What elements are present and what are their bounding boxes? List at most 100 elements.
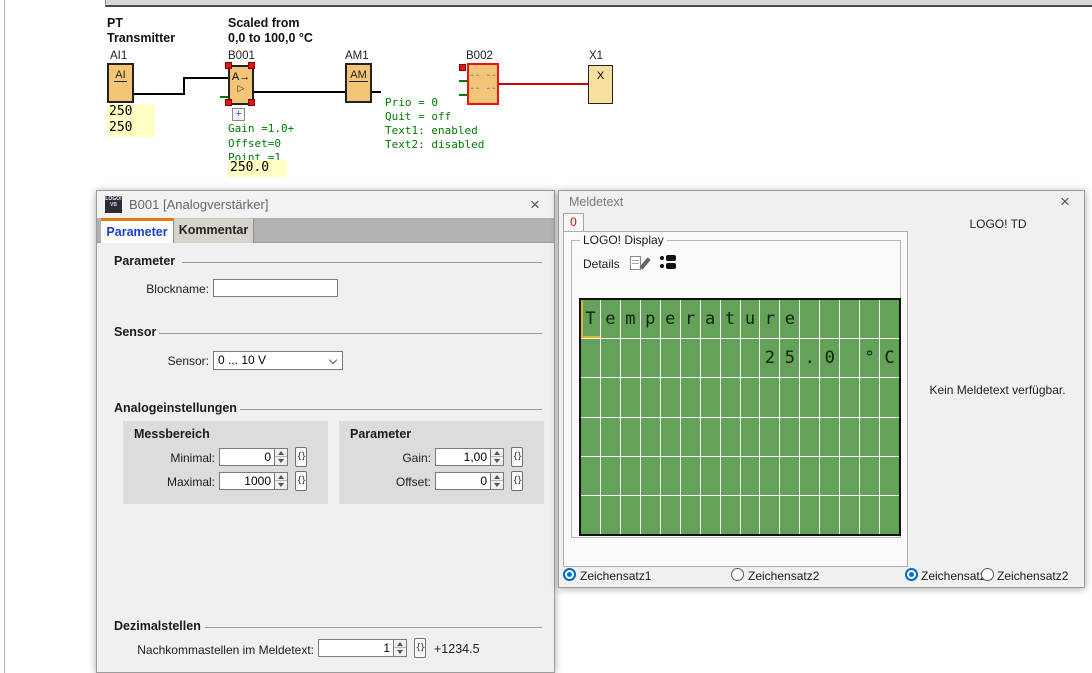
- display-cell[interactable]: r: [760, 300, 779, 338]
- b001-expand-button[interactable]: +: [232, 108, 245, 121]
- offset-spinner[interactable]: [491, 472, 504, 490]
- radio-label-display-zeichensatz1[interactable]: Zeichensatz1: [580, 569, 651, 583]
- minimal-input[interactable]: [219, 448, 275, 466]
- offset-reference-button[interactable]: {}: [511, 471, 523, 491]
- display-cell[interactable]: [741, 457, 760, 495]
- display-cell[interactable]: [840, 378, 859, 416]
- display-cell[interactable]: 2: [760, 339, 779, 377]
- display-cell[interactable]: [741, 418, 760, 456]
- display-cell[interactable]: [621, 457, 640, 495]
- display-cell[interactable]: [601, 496, 620, 534]
- display-cell[interactable]: [741, 378, 760, 416]
- wire-ai1-b001[interactable]: [134, 93, 185, 95]
- display-cell[interactable]: [641, 418, 660, 456]
- nachkomma-input[interactable]: [318, 639, 394, 657]
- radio-label-td-zeichensatz2[interactable]: Zeichensatz2: [997, 569, 1068, 583]
- maximal-spinner[interactable]: [275, 472, 288, 490]
- display-cell[interactable]: T: [581, 300, 600, 338]
- display-cell[interactable]: [820, 418, 839, 456]
- display-cell[interactable]: [681, 457, 700, 495]
- display-cell[interactable]: [800, 457, 819, 495]
- minimal-reference-button[interactable]: {}: [295, 447, 307, 467]
- display-cell[interactable]: [840, 418, 859, 456]
- display-cell[interactable]: [701, 378, 720, 416]
- display-cell[interactable]: [621, 339, 640, 377]
- radio-td-zeichensatz2[interactable]: [981, 568, 994, 581]
- display-cell[interactable]: u: [741, 300, 760, 338]
- block-b002-message-text[interactable]: -- -- -- --: [467, 63, 499, 105]
- display-cell[interactable]: [760, 418, 779, 456]
- display-cell[interactable]: [780, 378, 799, 416]
- block-x1-connector[interactable]: X: [588, 65, 613, 104]
- display-cell[interactable]: [860, 378, 879, 416]
- display-cell[interactable]: [860, 457, 879, 495]
- display-cell[interactable]: [681, 378, 700, 416]
- display-cell[interactable]: a: [701, 300, 720, 338]
- display-cell[interactable]: [601, 457, 620, 495]
- display-cell[interactable]: [800, 496, 819, 534]
- display-cell[interactable]: [741, 339, 760, 377]
- display-cell[interactable]: [681, 496, 700, 534]
- radio-label-display-zeichensatz2[interactable]: Zeichensatz2: [748, 569, 819, 583]
- display-cell[interactable]: [661, 418, 680, 456]
- radio-display-zeichensatz1[interactable]: [563, 568, 576, 581]
- display-cell[interactable]: e: [661, 300, 680, 338]
- display-cell[interactable]: [760, 378, 779, 416]
- display-cell[interactable]: [661, 457, 680, 495]
- display-cell[interactable]: [880, 496, 899, 534]
- display-cell[interactable]: [860, 300, 879, 338]
- message-tab-0[interactable]: 0: [563, 213, 584, 231]
- display-cell[interactable]: [820, 457, 839, 495]
- display-cell[interactable]: [621, 378, 640, 416]
- selection-handle[interactable]: [225, 62, 232, 69]
- display-cell[interactable]: [701, 418, 720, 456]
- display-cell[interactable]: [581, 457, 600, 495]
- nachkomma-reference-button[interactable]: {}: [414, 638, 426, 658]
- display-cell[interactable]: [621, 418, 640, 456]
- selection-handle[interactable]: [248, 62, 255, 69]
- display-cell[interactable]: [780, 496, 799, 534]
- display-cell[interactable]: e: [780, 300, 799, 338]
- display-cell[interactable]: [880, 418, 899, 456]
- display-cell[interactable]: [601, 378, 620, 416]
- display-cell[interactable]: [721, 378, 740, 416]
- blockname-input[interactable]: [213, 279, 338, 297]
- display-cell[interactable]: [840, 457, 859, 495]
- display-cell[interactable]: [641, 457, 660, 495]
- offset-input[interactable]: [435, 472, 491, 490]
- display-cell[interactable]: [780, 418, 799, 456]
- display-cell[interactable]: [641, 496, 660, 534]
- display-cell[interactable]: [701, 457, 720, 495]
- display-cell[interactable]: [581, 496, 600, 534]
- display-cell[interactable]: t: [721, 300, 740, 338]
- display-cell[interactable]: [820, 300, 839, 338]
- display-cell[interactable]: [820, 378, 839, 416]
- display-cell[interactable]: 5: [780, 339, 799, 377]
- display-cell[interactable]: [681, 339, 700, 377]
- display-cell[interactable]: [880, 378, 899, 416]
- display-cell[interactable]: [780, 457, 799, 495]
- display-cell[interactable]: [760, 496, 779, 534]
- display-cell[interactable]: [721, 339, 740, 377]
- sensor-select[interactable]: 0 ... 10 V: [213, 351, 343, 370]
- display-cell[interactable]: [581, 378, 600, 416]
- display-cell[interactable]: [661, 496, 680, 534]
- maximal-input[interactable]: [219, 472, 275, 490]
- display-cell[interactable]: [800, 418, 819, 456]
- gain-reference-button[interactable]: {}: [511, 447, 523, 467]
- maximal-reference-button[interactable]: {}: [295, 471, 307, 491]
- display-cell[interactable]: [661, 339, 680, 377]
- display-cell[interactable]: [721, 418, 740, 456]
- wire-ai1-b001-riser[interactable]: [183, 77, 185, 95]
- wire-b002-x1[interactable]: [499, 83, 588, 85]
- b001-dialog-titlebar[interactable]: LOGO! VB B001 [Analogverstärker] ×: [97, 191, 554, 218]
- close-icon[interactable]: ×: [1056, 192, 1074, 212]
- display-cell[interactable]: [800, 378, 819, 416]
- minimal-spinner[interactable]: [275, 448, 288, 466]
- display-cell[interactable]: [701, 496, 720, 534]
- display-cell[interactable]: .: [800, 339, 819, 377]
- display-cell[interactable]: [840, 300, 859, 338]
- display-cell[interactable]: [880, 457, 899, 495]
- radio-td-zeichensatz1[interactable]: [905, 568, 918, 581]
- close-icon[interactable]: ×: [526, 195, 544, 215]
